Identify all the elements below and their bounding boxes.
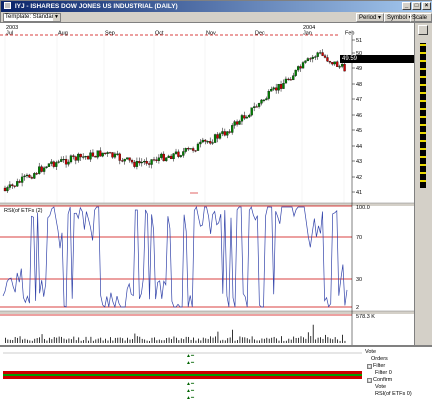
tree-item-label: Filter	[373, 363, 386, 369]
signal-marker: ▲━	[186, 353, 195, 359]
chart-toolbar: Template: Standard ▼ Period ▾ Symbol ▾ S…	[1, 12, 432, 23]
rsi-tick: 70	[356, 235, 362, 241]
tree-item-label: Vote	[365, 349, 377, 355]
chart-area[interactable]: 2003 2004 Jul Aug Sep Oct Nov Dec Jan Feb 51 50 4…	[0, 23, 414, 345]
symbol-label: Symbol	[387, 15, 408, 21]
tree-item-label: Confirm	[373, 377, 393, 383]
app-icon	[4, 2, 11, 9]
tree-item[interactable]: □ Confirm	[365, 377, 430, 384]
signal-marker: ▲━	[186, 381, 195, 387]
tree-item[interactable]: Orders	[365, 356, 430, 363]
rsi-tick: 100.0	[356, 205, 370, 211]
tree-item[interactable]: □ Filter	[365, 363, 430, 370]
template-value: Template: Standard	[5, 14, 58, 20]
window-title: IYJ - ISHARES DOW JONES US INDUSTRIAL (D…	[14, 3, 178, 10]
tree-item-label: Filter 0	[375, 370, 392, 376]
collapse-toggle-icon[interactable]: □	[367, 364, 372, 369]
price-tick: 41	[356, 190, 362, 196]
tree-item-label: RSI(of ETFs 0)	[375, 391, 412, 397]
filter-strip-red	[3, 371, 362, 374]
filter-strip-red	[3, 376, 362, 379]
scroll-up-button[interactable]	[418, 25, 428, 35]
price-tick: 51	[356, 38, 362, 44]
scale-label: Scale	[412, 15, 428, 21]
month-label: Dec	[255, 31, 265, 37]
scroll-track-marker	[420, 43, 426, 188]
price-chart-svg[interactable]: 2003 2004 Jul Aug Sep Oct Nov Dec Jan Feb 51504…	[0, 23, 414, 345]
strategy-tree: Vote Orders □ Filter Filter 0 □ Confirm Vo…	[365, 349, 430, 398]
tree-item-label: Vote	[375, 384, 387, 390]
rsi-tick: 2	[356, 305, 359, 311]
strategy-panel: ▲━ ▲━ ▲━ ▲━ ▲━ Vote Orders □ Filter Filte…	[0, 345, 432, 405]
last-price-tag: 49.59	[340, 55, 414, 63]
close-button[interactable]: ×	[422, 2, 431, 10]
price-tick: 42	[356, 175, 362, 181]
period-menu[interactable]: Period ▾	[356, 13, 385, 22]
rsi-tick: 30	[356, 277, 362, 283]
month-label: Oct	[155, 31, 164, 37]
right-scrollbar[interactable]	[414, 23, 432, 345]
price-tick: 47	[356, 97, 362, 103]
price-tick: 45	[356, 128, 362, 134]
signal-marker: ▲━	[186, 388, 195, 394]
price-tick: 46	[356, 113, 362, 119]
signal-marker: ▲━	[186, 360, 195, 366]
filter-strip-green	[3, 374, 362, 376]
tree-item[interactable]: Vote	[365, 384, 430, 391]
month-label: Nov	[206, 31, 216, 37]
tree-item[interactable]: RSI(of ETFs 0)	[365, 391, 430, 398]
collapse-toggle-icon[interactable]: □	[367, 378, 372, 383]
rsi-label: RSI(of ETFs (2)	[4, 208, 43, 214]
template-select[interactable]: Template: Standard ▼	[3, 13, 61, 22]
month-label: Sep	[105, 31, 115, 37]
price-tick: 43	[356, 159, 362, 165]
month-label: Feb	[345, 31, 354, 37]
tree-item[interactable]: Filter 0	[365, 370, 430, 377]
chevron-down-icon: ▼	[53, 14, 60, 21]
volume-value: 578.3 K	[356, 314, 375, 320]
strategy-strip-svg: ▲━ ▲━ ▲━ ▲━ ▲━	[3, 352, 362, 401]
period-label: Period	[359, 15, 377, 21]
tree-item-label: Orders	[371, 356, 388, 362]
scale-menu[interactable]: Scale	[410, 13, 432, 22]
month-label: Aug	[58, 31, 68, 37]
month-label: Jan	[303, 31, 312, 37]
maximize-button[interactable]: □	[412, 2, 421, 10]
minimize-button[interactable]: _	[402, 2, 411, 10]
rsi-series-line	[2, 206, 348, 309]
tree-item[interactable]: Vote	[365, 349, 430, 356]
price-tick: 44	[356, 144, 362, 150]
price-tick: 48	[356, 82, 362, 88]
month-label: Jul	[6, 31, 13, 37]
price-tick: 49	[356, 66, 362, 72]
title-bar: IYJ - ISHARES DOW JONES US INDUSTRIAL (D…	[1, 1, 432, 12]
signal-marker: ▲━	[186, 395, 195, 401]
